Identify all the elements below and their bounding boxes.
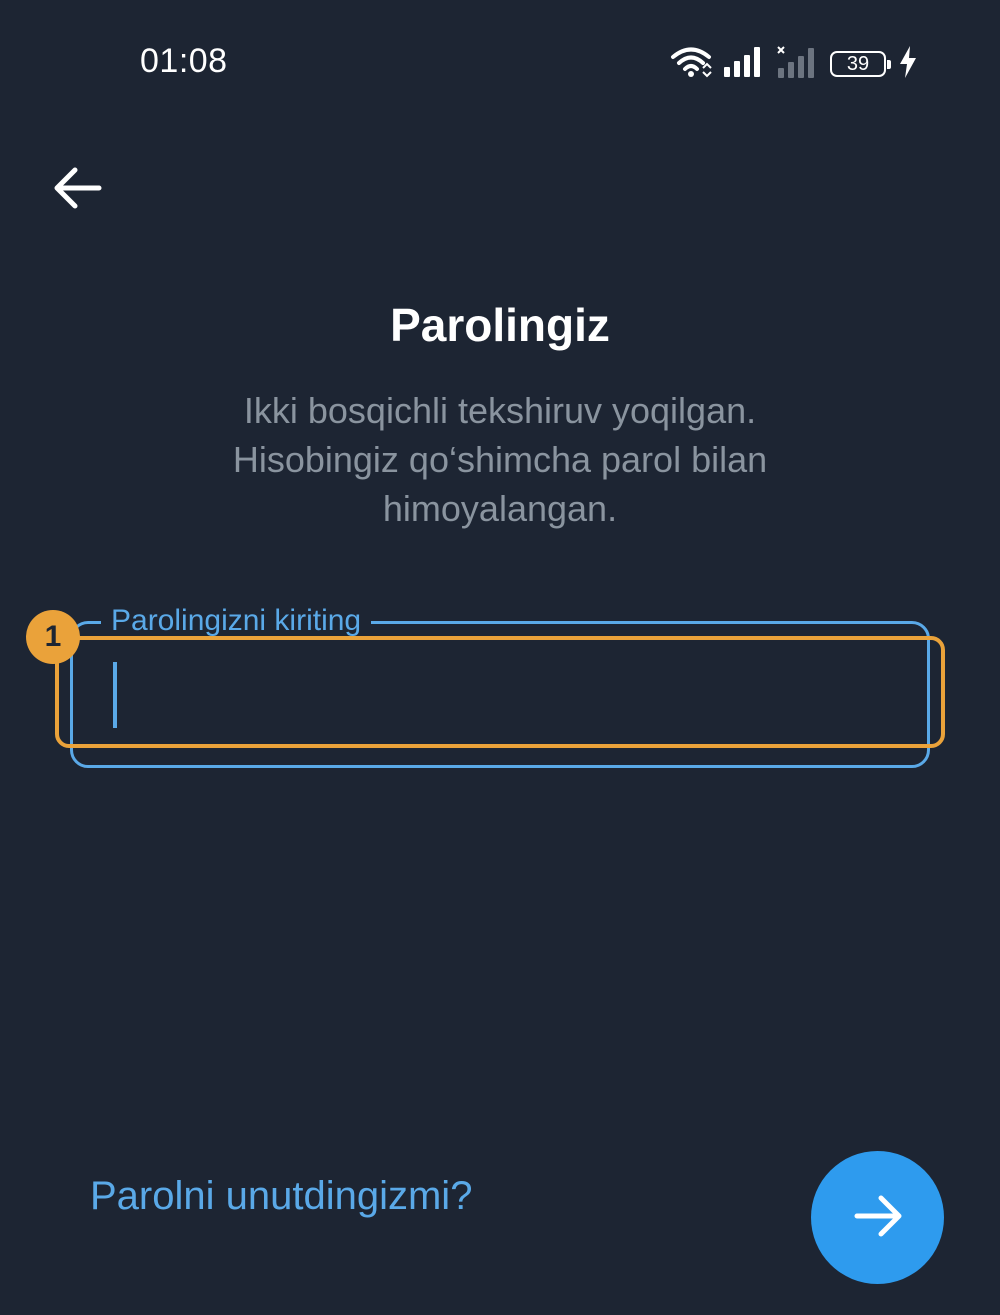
wifi-icon xyxy=(670,46,712,83)
back-button[interactable] xyxy=(48,160,108,220)
subtitle-line: Ikki bosqichli tekshiruv yoqilgan. xyxy=(243,390,757,431)
page-subtitle: Ikki bosqichli tekshiruv yoqilgan. Hisob… xyxy=(150,386,850,533)
battery-level: 39 xyxy=(846,53,870,75)
password-input[interactable] xyxy=(103,644,897,736)
next-button[interactable] xyxy=(811,1151,944,1284)
signal-off-icon xyxy=(776,45,818,83)
signal-icon xyxy=(724,46,764,82)
arrow-right-icon xyxy=(853,1194,903,1241)
password-field[interactable]: Parolingizni kiriting xyxy=(70,604,930,768)
arrow-left-icon xyxy=(53,166,103,215)
marker-badge: 1 xyxy=(26,610,80,664)
status-icons: 39 xyxy=(670,44,918,84)
battery-icon: 39 xyxy=(830,51,891,77)
text-caret xyxy=(113,662,117,728)
status-bar: 01:08 39 xyxy=(0,0,1000,130)
password-field-label: Parolingizni kiriting xyxy=(101,604,372,638)
subtitle-line: himoyalangan. xyxy=(382,488,618,529)
status-time: 01:08 xyxy=(140,42,228,80)
forgot-password-link[interactable]: Parolni unutdingizmi? xyxy=(90,1174,472,1219)
subtitle-line: Hisobingiz qo‘shimcha parol bilan xyxy=(232,439,768,480)
page-title: Parolingiz xyxy=(390,299,610,351)
charging-icon xyxy=(898,45,918,83)
